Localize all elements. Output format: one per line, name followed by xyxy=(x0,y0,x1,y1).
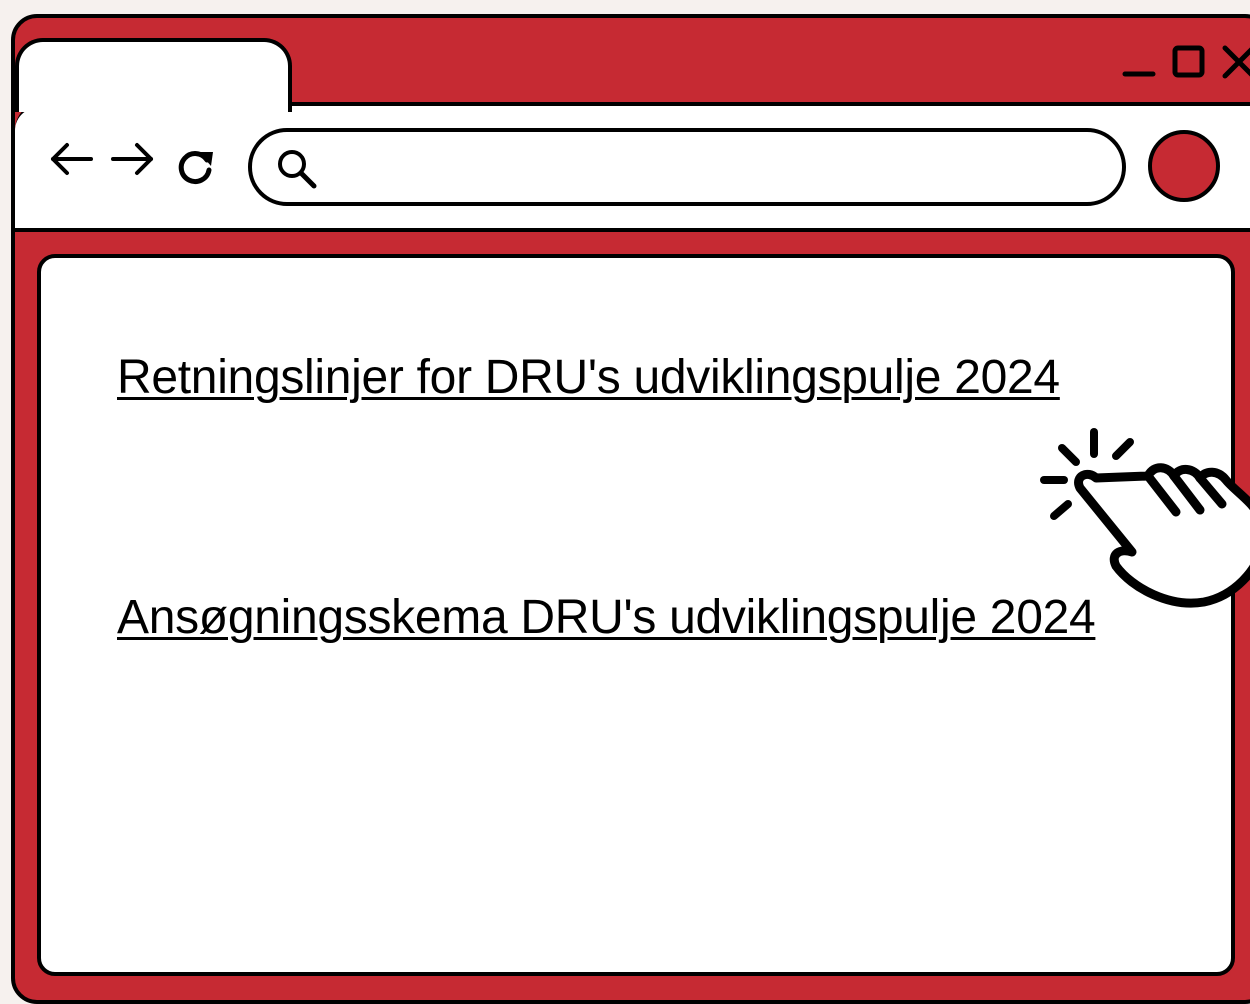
arrow-right-icon[interactable] xyxy=(107,133,159,185)
window-controls xyxy=(1119,42,1250,82)
arrow-left-icon[interactable] xyxy=(45,133,97,185)
link-ansoegningsskema[interactable]: Ansøgningsskema DRU's udviklingspulje 20… xyxy=(117,590,1096,645)
browser-tab[interactable] xyxy=(15,38,292,112)
tab-join xyxy=(19,102,288,112)
search-input[interactable] xyxy=(328,146,1102,190)
profile-avatar[interactable] xyxy=(1148,130,1220,202)
close-icon[interactable] xyxy=(1219,42,1250,82)
minimize-icon[interactable] xyxy=(1119,42,1159,82)
maximize-icon[interactable] xyxy=(1169,42,1209,82)
address-bar[interactable] xyxy=(248,128,1126,206)
reload-icon[interactable] xyxy=(169,140,221,192)
navigation-buttons xyxy=(45,126,221,192)
search-icon xyxy=(278,150,317,189)
pointer-hand-icon xyxy=(1040,428,1250,608)
link-retningslinjer[interactable]: Retningslinjer for DRU's udviklingspulje… xyxy=(117,350,1060,405)
